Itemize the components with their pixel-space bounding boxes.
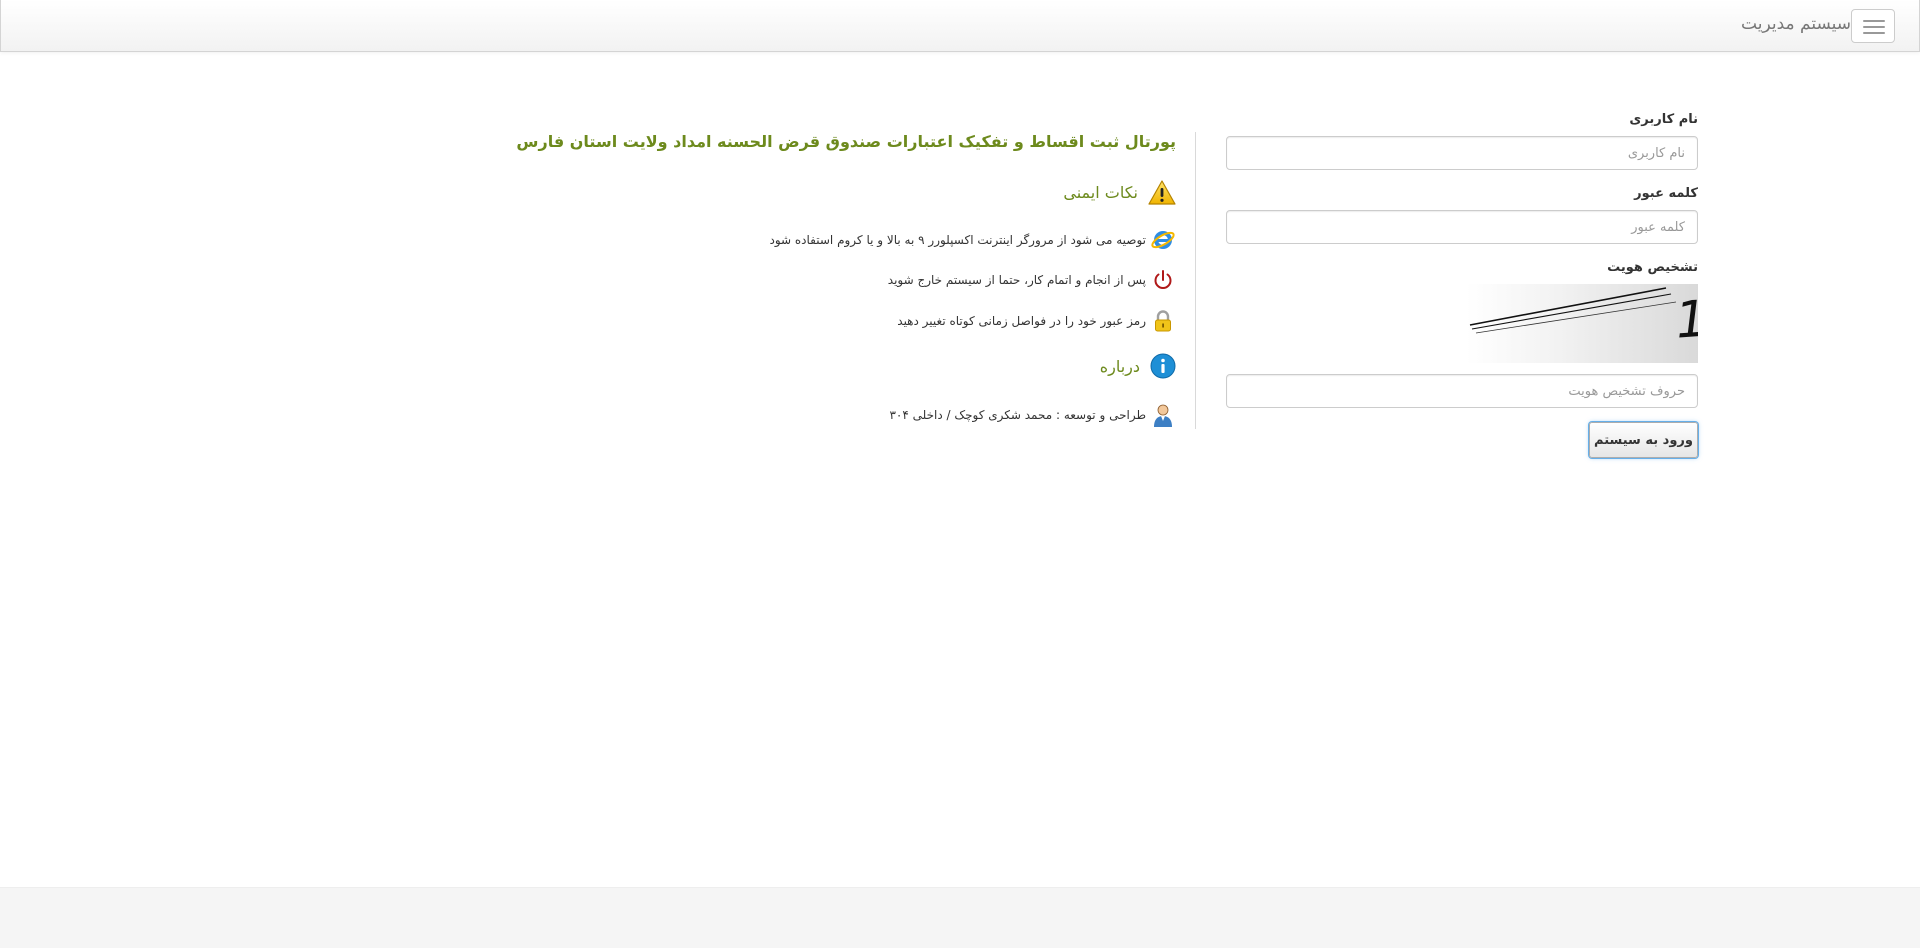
password-input[interactable] xyxy=(1226,210,1698,244)
captcha-input[interactable] xyxy=(1226,374,1698,408)
password-label: کلمه عبور xyxy=(1634,186,1698,201)
lock-icon xyxy=(1150,309,1176,333)
safety-item: توصیه می شود از مرورگر اینترنت اکسپلورر … xyxy=(769,228,1176,252)
footer xyxy=(0,887,1920,948)
power-icon xyxy=(1150,269,1176,291)
captcha-image[interactable]: 19953 xyxy=(1466,281,1836,363)
safety-title: نکات ایمنی xyxy=(1063,183,1138,202)
safety-heading: نکات ایمنی xyxy=(1063,180,1176,205)
about-item: طراحی و توسعه : محمد شکری کوچک / داخلی ۳… xyxy=(889,402,1176,428)
safety-item: رمز عبور خود را در فواصل زمانی کوتاه تغی… xyxy=(897,309,1176,333)
info-icon xyxy=(1150,353,1176,379)
username-input[interactable] xyxy=(1226,136,1698,170)
safety-item: پس از انجام و اتمام کار، حتما از سیستم خ… xyxy=(888,269,1176,291)
user-icon xyxy=(1150,402,1176,428)
hamburger-icon xyxy=(1863,20,1885,22)
captcha-label: تشخیص هویت xyxy=(1607,260,1698,275)
navbar: سیستم مدیریت xyxy=(0,0,1920,52)
login-button[interactable]: ورود به سیستم xyxy=(1589,422,1698,458)
warning-icon xyxy=(1148,180,1176,205)
captcha-text: 19953 xyxy=(1674,284,1698,350)
menu-toggle-button[interactable] xyxy=(1851,9,1895,43)
about-title: درباره xyxy=(1099,356,1140,376)
about-heading: درباره xyxy=(1100,353,1176,379)
about-text: طراحی و توسعه : محمد شکری کوچک / داخلی ۳… xyxy=(889,408,1146,422)
username-label: نام کاربری xyxy=(1629,112,1698,127)
vertical-divider xyxy=(1195,132,1196,429)
brand-link[interactable]: سیستم مدیریت xyxy=(1741,14,1851,34)
portal-title: پورتال ثبت اقساط و تفکیک اعتبارات صندوق … xyxy=(516,132,1176,151)
internet-explorer-icon xyxy=(1150,228,1176,252)
